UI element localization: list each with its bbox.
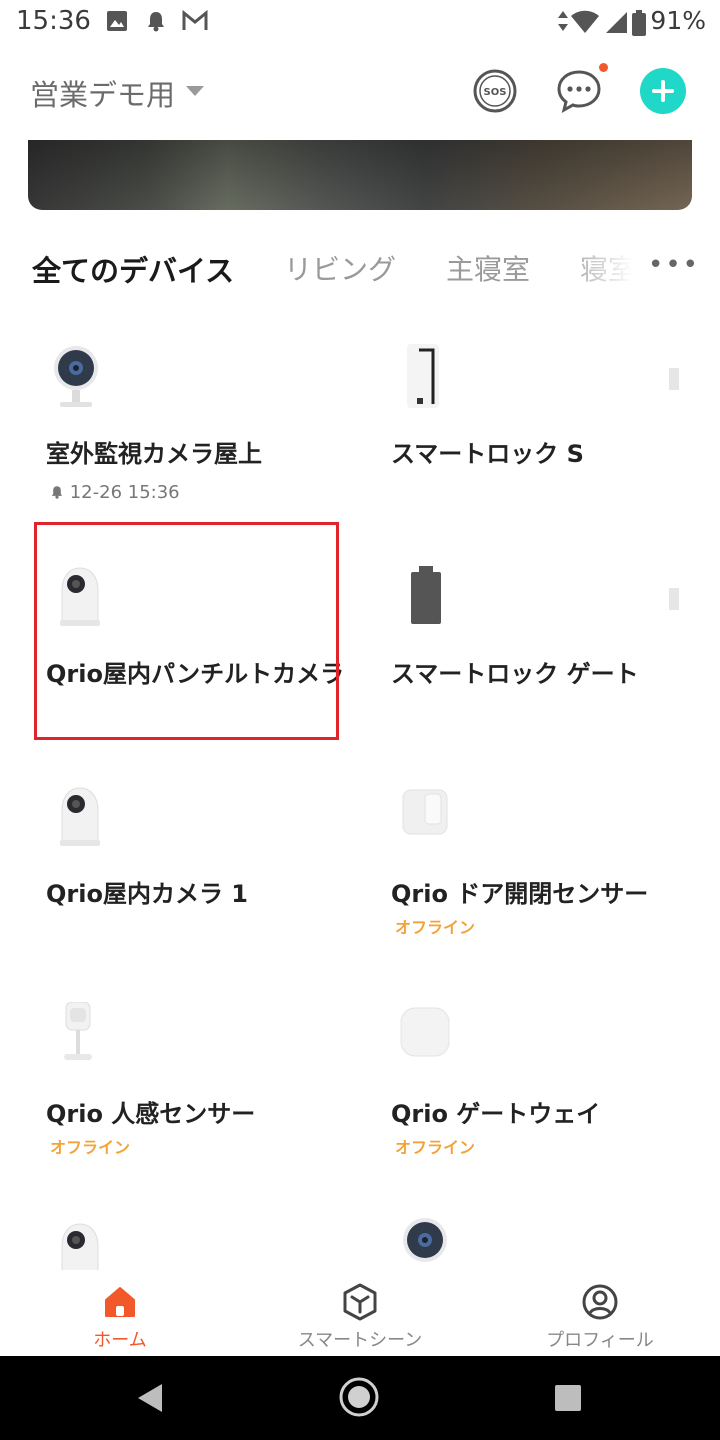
device-alert: 12-26 15:36 (50, 482, 180, 503)
nav-home[interactable]: ホーム (0, 1270, 240, 1356)
home-icon (105, 1287, 135, 1317)
device-name: Qrio ドア開閉センサー (391, 880, 649, 908)
data-arrows-icon (558, 11, 568, 31)
tab-fade (560, 244, 650, 294)
gateway-icon (400, 1007, 450, 1057)
camera-ball-icon (54, 346, 98, 407)
home-banner-image[interactable] (28, 140, 692, 210)
system-nav-bar (0, 1356, 720, 1440)
device-edge-icon (669, 368, 679, 390)
motion-sensor-icon (64, 1002, 92, 1060)
battery-icon (632, 10, 646, 36)
room-tabs: 全てのデバイス リビング 主寝室 寝室 ••• (0, 244, 720, 294)
device-card[interactable] (375, 1212, 695, 1270)
svg-text:SOS: SOS (484, 87, 507, 98)
bell-notification-icon (148, 12, 164, 32)
home-circle-icon[interactable] (338, 1376, 380, 1418)
device-status-offline: オフライン (395, 918, 476, 937)
nav-smart-scene-label: スマートシーン (297, 1330, 423, 1351)
home-name: 営業デモ用 (30, 78, 176, 112)
device-status-offline: オフライン (50, 1138, 131, 1157)
bottom-navigation: ホーム スマートシーン プロフィール (0, 1270, 720, 1356)
message-icon[interactable] (556, 68, 602, 114)
tab-living[interactable]: リビング (284, 248, 396, 288)
tab-master-bedroom[interactable]: 主寝室 (446, 248, 530, 288)
device-card[interactable]: スマートロック ゲート (375, 562, 695, 762)
battery-percent: 91% (650, 6, 706, 35)
device-alert-time: 12-26 15:36 (69, 482, 180, 503)
battery-device-icon (411, 566, 441, 624)
smart-lock-icon (407, 344, 439, 408)
add-device-icon[interactable] (640, 68, 686, 114)
nav-profile-label: プロフィール (546, 1330, 654, 1351)
unread-dot (599, 63, 608, 72)
cell-signal-icon (606, 12, 627, 33)
sos-icon[interactable]: SOS (472, 68, 518, 114)
tab-all-devices[interactable]: 全てのデバイス (32, 248, 234, 290)
profile-icon (582, 1284, 618, 1320)
recents-icon[interactable] (554, 1384, 582, 1412)
gmail-notification-icon (182, 10, 208, 30)
camera-ball-icon (403, 1218, 447, 1262)
device-card[interactable]: 室外監視カメラ屋上 12-26 15:36 (30, 342, 350, 542)
bell-icon (51, 486, 63, 499)
more-tabs-icon[interactable]: ••• (648, 250, 700, 280)
back-icon[interactable] (136, 1382, 166, 1414)
device-name: Qrio ゲートウェイ (391, 1100, 601, 1128)
nav-profile[interactable]: プロフィール (480, 1270, 720, 1356)
device-card[interactable]: Qrio 人感センサー オフライン (30, 1002, 350, 1202)
device-name: Qrio 人感センサー (46, 1100, 256, 1128)
device-status-offline: オフライン (395, 1138, 476, 1157)
device-name: Qrio屋内カメラ 1 (46, 880, 249, 908)
nav-home-label: ホーム (93, 1330, 147, 1351)
smart-scene-icon (343, 1283, 377, 1321)
image-notification-icon (107, 11, 127, 31)
selection-highlight (34, 522, 339, 740)
device-card[interactable]: Qrio屋内カメラ 1 (30, 782, 350, 982)
device-card[interactable] (30, 1218, 350, 1270)
device-card[interactable]: スマートロック S (375, 342, 695, 542)
pan-tilt-camera-icon (61, 1223, 99, 1270)
dropdown-caret-icon (186, 86, 204, 96)
device-name: スマートロック ゲート (391, 660, 639, 688)
device-name: スマートロック S (391, 440, 584, 468)
device-card[interactable]: Qrio ドア開閉センサー オフライン (375, 782, 695, 982)
status-bar: 15:36 91% (0, 0, 720, 44)
device-name: 室外監視カメラ屋上 (46, 440, 262, 468)
status-time: 15:36 (16, 6, 91, 36)
wifi-icon (571, 10, 599, 33)
door-sensor-icon (402, 789, 448, 835)
pan-tilt-camera-icon (60, 787, 100, 846)
device-edge-icon (669, 588, 679, 610)
nav-smart-scene[interactable]: スマートシーン (240, 1270, 480, 1356)
device-card[interactable]: Qrio ゲートウェイ オフライン (375, 1002, 695, 1202)
